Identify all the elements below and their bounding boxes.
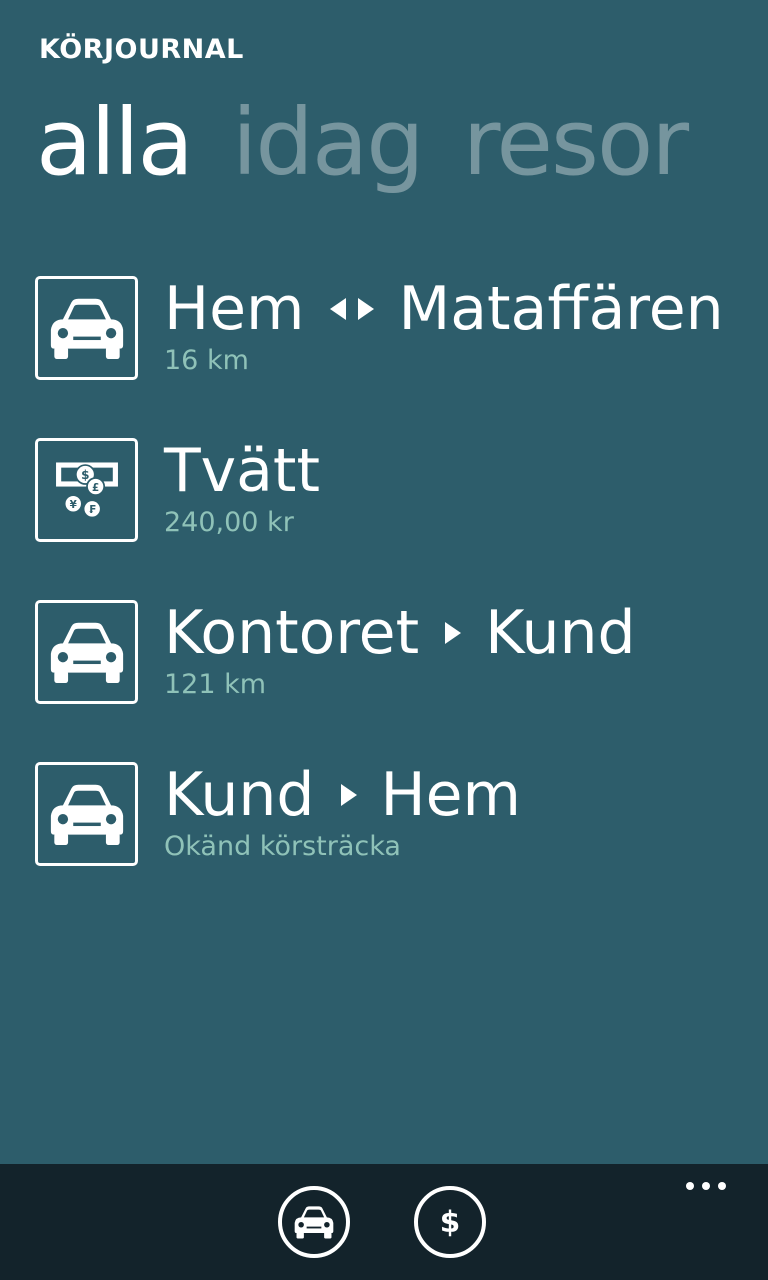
- item-subtitle: 240,00 kr: [164, 507, 294, 538]
- car-tile: [35, 276, 138, 380]
- pivot-header: alla idag resor: [36, 88, 689, 198]
- trip-to: Kund: [485, 598, 636, 668]
- both-arrow-icon: [330, 298, 375, 320]
- item-subtitle: Okänd körsträcka: [164, 831, 401, 862]
- list-item[interactable]: Hem Mataffären 16 km: [35, 276, 755, 438]
- car-icon: [294, 1206, 334, 1239]
- right-arrow-icon: [445, 622, 462, 644]
- pivot-tab-alla[interactable]: alla: [36, 88, 194, 198]
- journal-list: Hem Mataffären 16 km $ £ ¥ ₣ Tvätt 240,0…: [35, 276, 755, 924]
- trip-from: Kund: [164, 760, 315, 830]
- svg-text:₣: ₣: [88, 504, 95, 516]
- car-tile: [35, 600, 138, 704]
- item-title: Tvätt: [164, 436, 320, 506]
- item-subtitle: 121 km: [164, 669, 267, 700]
- pivot-tab-idag[interactable]: idag: [232, 88, 425, 198]
- app-title: KÖRJOURNAL: [39, 34, 244, 65]
- svg-text:$: $: [440, 1205, 460, 1239]
- list-item[interactable]: $ £ ¥ ₣ Tvätt 240,00 kr: [35, 438, 755, 600]
- money-icon: $ £ ¥ ₣: [55, 462, 118, 519]
- svg-text:$: $: [81, 468, 89, 482]
- right-arrow-icon: [340, 784, 357, 806]
- list-item[interactable]: Kontoret Kund 121 km: [35, 600, 755, 762]
- money-tile: $ £ ¥ ₣: [35, 438, 138, 542]
- car-tile: [35, 762, 138, 866]
- car-icon: [50, 298, 123, 359]
- trip-from: Kontoret: [164, 598, 420, 668]
- add-expense-button[interactable]: $: [414, 1186, 486, 1258]
- car-icon: [50, 784, 123, 845]
- item-subtitle: 16 km: [164, 345, 249, 376]
- trip-from: Hem: [164, 274, 305, 344]
- svg-text:¥: ¥: [69, 499, 77, 511]
- trip-to: Hem: [380, 760, 521, 830]
- list-item[interactable]: Kund Hem Okänd körsträcka: [35, 762, 755, 924]
- dollar-icon: $: [440, 1205, 460, 1239]
- application-bar: $: [0, 1164, 768, 1280]
- more-dots-icon[interactable]: [686, 1182, 726, 1190]
- pivot-tab-resor[interactable]: resor: [463, 88, 689, 198]
- svg-text:£: £: [92, 482, 99, 494]
- trip-to: Mataffären: [398, 274, 724, 344]
- add-trip-button[interactable]: [278, 1186, 350, 1258]
- car-icon: [50, 622, 123, 683]
